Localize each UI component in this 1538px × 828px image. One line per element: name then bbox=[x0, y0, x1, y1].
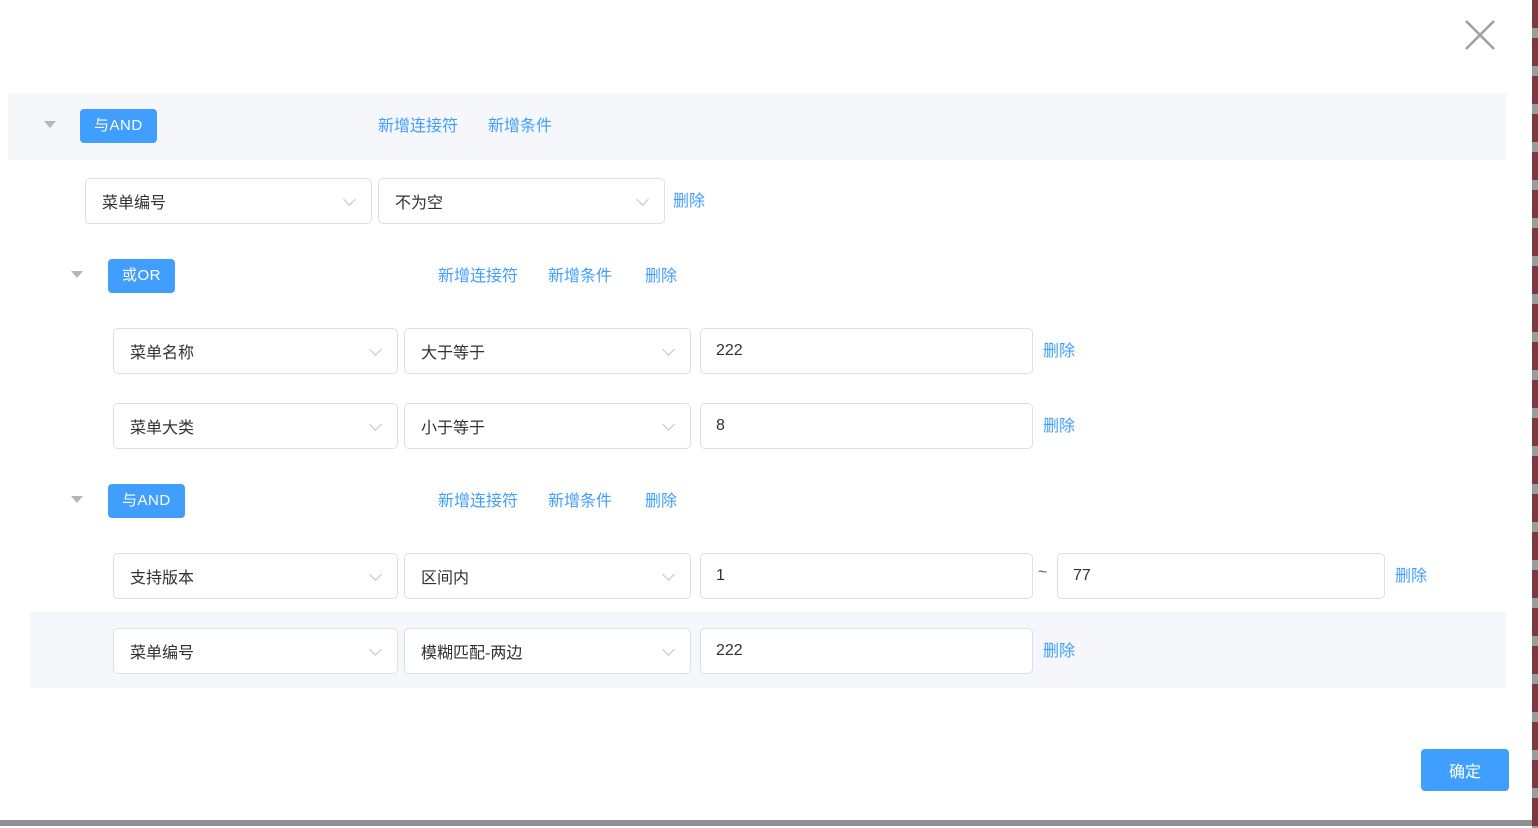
chevron-down-icon bbox=[371, 645, 383, 657]
operator-select-value: 区间内 bbox=[421, 564, 469, 588]
operator-select[interactable]: 大于等于 bbox=[404, 328, 691, 374]
operator-select-value: 模糊匹配-两边 bbox=[421, 639, 522, 663]
field-select[interactable]: 菜单名称 bbox=[113, 328, 398, 374]
field-select-value: 菜单编号 bbox=[130, 639, 194, 663]
add-condition-link[interactable]: 新增条件 bbox=[548, 492, 612, 512]
collapse-arrow-icon[interactable] bbox=[71, 496, 83, 503]
collapse-arrow-icon[interactable] bbox=[71, 271, 83, 278]
close-icon bbox=[1462, 17, 1498, 53]
add-connector-link[interactable]: 新增连接符 bbox=[438, 492, 518, 512]
chevron-down-icon bbox=[371, 570, 383, 582]
value-input[interactable] bbox=[700, 328, 1033, 374]
operator-select-value: 大于等于 bbox=[421, 339, 485, 363]
page-edge-stripe bbox=[1532, 0, 1538, 828]
delete-link[interactable]: 删除 bbox=[1395, 567, 1427, 587]
value-input[interactable] bbox=[700, 628, 1033, 674]
field-select[interactable]: 支持版本 bbox=[113, 553, 398, 599]
range-start-input[interactable] bbox=[700, 553, 1033, 599]
confirm-button[interactable]: 确定 bbox=[1421, 749, 1509, 791]
delete-link[interactable]: 删除 bbox=[645, 492, 677, 512]
range-separator: ~ bbox=[1038, 564, 1047, 582]
operator-select[interactable]: 不为空 bbox=[378, 178, 665, 224]
delete-link[interactable]: 删除 bbox=[673, 192, 705, 212]
operator-select[interactable]: 模糊匹配-两边 bbox=[404, 628, 691, 674]
filter-builder-dialog: 与AND 新增连接符 新增条件 菜单编号 不为空 删除 或OR 新增连接符 新增… bbox=[0, 0, 1538, 828]
field-select-value: 菜单大类 bbox=[130, 414, 194, 438]
value-input[interactable] bbox=[700, 403, 1033, 449]
range-end-input[interactable] bbox=[1057, 553, 1385, 599]
connector-tag-and[interactable]: 与AND bbox=[108, 484, 185, 518]
delete-link[interactable]: 删除 bbox=[1043, 342, 1075, 362]
add-connector-link[interactable]: 新增连接符 bbox=[378, 117, 458, 137]
chevron-down-icon bbox=[638, 195, 650, 207]
delete-link[interactable]: 删除 bbox=[1043, 642, 1075, 662]
chevron-down-icon bbox=[371, 420, 383, 432]
chevron-down-icon bbox=[664, 420, 676, 432]
connector-tag-or[interactable]: 或OR bbox=[108, 259, 175, 293]
operator-select-value: 小于等于 bbox=[421, 414, 485, 438]
operator-select[interactable]: 区间内 bbox=[404, 553, 691, 599]
row-highlight-root-group bbox=[8, 93, 1506, 160]
field-select-value: 菜单名称 bbox=[130, 339, 194, 363]
window-bottom-edge bbox=[0, 820, 1532, 826]
chevron-down-icon bbox=[664, 570, 676, 582]
field-select[interactable]: 菜单编号 bbox=[113, 628, 398, 674]
chevron-down-icon bbox=[345, 195, 357, 207]
chevron-down-icon bbox=[371, 345, 383, 357]
collapse-arrow-icon[interactable] bbox=[44, 121, 56, 128]
add-condition-link[interactable]: 新增条件 bbox=[488, 117, 552, 137]
delete-link[interactable]: 删除 bbox=[1043, 417, 1075, 437]
add-connector-link[interactable]: 新增连接符 bbox=[438, 267, 518, 287]
add-condition-link[interactable]: 新增条件 bbox=[548, 267, 612, 287]
field-select[interactable]: 菜单编号 bbox=[85, 178, 372, 224]
field-select[interactable]: 菜单大类 bbox=[113, 403, 398, 449]
operator-select[interactable]: 小于等于 bbox=[404, 403, 691, 449]
delete-link[interactable]: 删除 bbox=[645, 267, 677, 287]
field-select-value: 菜单编号 bbox=[102, 189, 166, 213]
chevron-down-icon bbox=[664, 345, 676, 357]
connector-tag-and[interactable]: 与AND bbox=[80, 109, 157, 143]
operator-select-value: 不为空 bbox=[395, 189, 443, 213]
field-select-value: 支持版本 bbox=[130, 564, 194, 588]
close-button[interactable] bbox=[1458, 13, 1502, 57]
chevron-down-icon bbox=[664, 645, 676, 657]
